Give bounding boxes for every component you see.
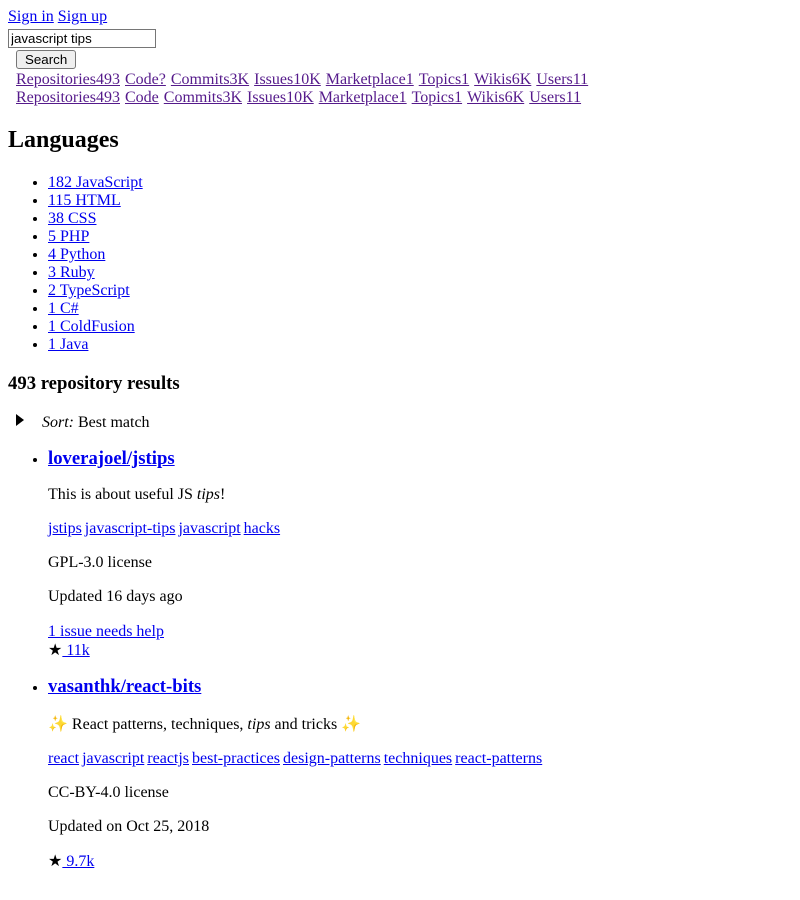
repo-meta-block: ★ 9.7k [48, 852, 792, 871]
nav-link-topics[interactable]: Topics1 [419, 71, 469, 88]
repo-description-highlight: tips [196, 486, 221, 503]
language-link-typescript[interactable]: 2 TypeScript [48, 282, 130, 299]
repo-title-line: loverajoel/jstips [48, 448, 792, 470]
sparkles-icon: ✨ [341, 716, 362, 733]
language-link-ruby[interactable]: 3 Ruby [48, 264, 95, 281]
language-link-java[interactable]: 1 Java [48, 336, 88, 353]
results-count-heading: 493 repository results [8, 373, 180, 394]
repo-title-line: vasanthk/react-bits [48, 676, 792, 698]
search-form: Search [8, 29, 792, 69]
page-root: Sign inSign up Search Repositories493 Cod… [0, 0, 800, 895]
star-icon: ★ [48, 642, 63, 659]
repo-description-text: This is about useful JS [48, 486, 197, 503]
language-facet-item: 2 TypeScript [48, 282, 792, 300]
sign-in-link[interactable]: Sign in [8, 8, 54, 25]
topic-link[interactable]: design-patterns [283, 750, 381, 767]
nav-link-topics[interactable]: Topics1 [412, 89, 462, 106]
nav-link-marketplace[interactable]: Marketplace1 [319, 89, 407, 106]
language-facet-item: 5 PHP [48, 228, 792, 246]
nav-link-marketplace[interactable]: Marketplace1 [326, 71, 414, 88]
search-input[interactable] [8, 29, 156, 48]
search-button[interactable]: Search [16, 50, 77, 69]
language-facet-item: 1 C# [48, 300, 792, 318]
language-link-html[interactable]: 115 HTML [48, 192, 121, 209]
issue-needs-help-link[interactable]: 1 issue needs help [48, 623, 164, 640]
language-link-coldfusion[interactable]: 1 ColdFusion [48, 318, 135, 335]
language-link-python[interactable]: 4 Python [48, 246, 105, 263]
topic-link[interactable]: reactjs [147, 750, 189, 767]
nav-link-users[interactable]: Users11 [529, 89, 581, 106]
topic-link[interactable]: techniques [384, 750, 452, 767]
repository-result-item: vasanthk/react-bits ✨ React patterns, tec… [48, 676, 792, 871]
repo-topics: jstips javascript-tips javascript hacks [48, 520, 792, 538]
sign-up-link[interactable]: Sign up [58, 8, 107, 25]
nav-link-wikis[interactable]: Wikis6K [474, 71, 531, 88]
repo-description-text: React patterns, techniques, [67, 716, 248, 733]
repo-updated: Updated on Oct 25, 2018 [48, 818, 210, 835]
language-facet-item: 115 HTML [48, 192, 792, 210]
language-link-javascript[interactable]: 182 JavaScript [48, 174, 143, 191]
topic-link[interactable]: react [48, 750, 79, 767]
auth-links: Sign in Sign up [8, 8, 792, 26]
language-facet-list: 182 JavaScript115 HTML38 CSS5 PHP4 Pytho… [8, 174, 792, 354]
topic-link[interactable]: jstips [48, 520, 82, 537]
repo-description-text-suffix: ! [220, 486, 226, 503]
stargazers-row: ★ 11k [48, 641, 792, 660]
star-icon: ★ [48, 853, 63, 870]
issue-needs-help-row: 1 issue needs help [48, 622, 792, 641]
repo-description-text-suffix: and tricks [270, 716, 342, 733]
language-facet-item: 182 JavaScript [48, 174, 792, 192]
topic-link[interactable]: hacks [244, 520, 280, 537]
stargazers-count-link[interactable]: 11k [62, 642, 89, 659]
repository-result-item: loverajoel/jstips This is about useful JS… [48, 448, 792, 660]
sort-label: Sort: [42, 414, 74, 431]
topic-link[interactable]: javascript-tips [85, 520, 176, 537]
stargazers-count-link[interactable]: 9.7k [62, 853, 94, 870]
repo-topics: react javascript reactjs best-practices desi… [48, 750, 792, 768]
repo-name-link[interactable]: loverajoel/jstips [48, 448, 175, 469]
nav-link-code[interactable]: Code? [125, 71, 166, 88]
sort-summary[interactable]: Sort: Best match [8, 414, 792, 432]
sparkles-icon: ✨ [48, 716, 68, 733]
languages-heading: Languages [8, 127, 119, 153]
language-link-c-[interactable]: 1 C# [48, 300, 79, 317]
repo-description-highlight: tips [247, 716, 271, 733]
repository-results-list: loverajoel/jstips This is about useful JS… [8, 448, 792, 871]
repo-meta-block: 1 issue needs help ★ 11k [48, 622, 792, 660]
disclosure-triangle-icon [16, 414, 24, 426]
topic-link[interactable]: javascript [178, 520, 240, 537]
nav-link-wikis[interactable]: Wikis6K [467, 89, 524, 106]
nav-link-code[interactable]: Code [125, 89, 159, 106]
language-facet-item: 3 Ruby [48, 264, 792, 282]
nav-link-repositories[interactable]: Repositories493 [16, 89, 120, 106]
topic-link[interactable]: javascript [82, 750, 144, 767]
nav-link-commits[interactable]: Commits3K [164, 89, 242, 106]
topic-link[interactable]: react-patterns [455, 750, 542, 767]
repo-license: CC-BY-4.0 license [48, 784, 169, 801]
repo-description: This is about useful JS tips! [48, 486, 792, 504]
nav-link-users[interactable]: Users11 [536, 71, 588, 88]
nav-link-issues[interactable]: Issues10K [254, 71, 321, 88]
nav-link-issues[interactable]: Issues10K [247, 89, 314, 106]
language-facet-item: 1 Java [48, 336, 792, 354]
language-facet-item: 1 ColdFusion [48, 318, 792, 336]
language-facet-item: 4 Python [48, 246, 792, 264]
sort-value: Best match [78, 414, 150, 431]
repo-license: GPL-3.0 license [48, 554, 152, 571]
repo-updated: Updated 16 days ago [48, 588, 183, 605]
language-facet-item: 38 CSS [48, 210, 792, 228]
repo-description: ✨ React patterns, techniques, tips and t… [48, 714, 792, 734]
language-link-css[interactable]: 38 CSS [48, 210, 96, 227]
repo-name-link[interactable]: vasanthk/react-bits [48, 676, 201, 697]
stargazers-row: ★ 9.7k [48, 852, 792, 871]
nav-link-repositories[interactable]: Repositories493 [16, 71, 120, 88]
topic-link[interactable]: best-practices [192, 750, 280, 767]
nav-link-commits[interactable]: Commits3K [171, 71, 249, 88]
search-scope-nav-secondary: Repositories493 Code Commits3K Issues10K Mar… [8, 89, 792, 107]
sort-disclosure[interactable]: Sort: Best match [8, 414, 792, 432]
language-link-php[interactable]: 5 PHP [48, 228, 89, 245]
search-scope-nav-primary: Repositories493 Code? Commits3K Issues10K Ma… [8, 71, 792, 89]
